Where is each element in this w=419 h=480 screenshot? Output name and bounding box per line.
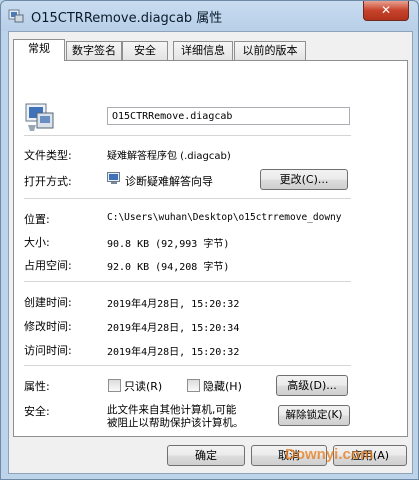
readonly-label[interactable]: 只读(R) [124,378,162,394]
tab-security[interactable]: 安全 [122,41,168,60]
size-on-disk-value: 92.0 KB (94,208 字节) [107,262,230,273]
diagcab-file-icon [8,9,24,23]
tab-general[interactable]: 常规 [13,39,65,61]
separator [24,365,351,366]
tab-previous-versions[interactable]: 以前的版本 [234,41,306,60]
dialog-client: 常规 数字签名 安全 详细信息 以前的版本 O15CTRRemove.diagc… [8,31,413,474]
hidden-label[interactable]: 隐藏(H) [203,378,242,394]
separator [24,281,351,282]
troubleshooter-icon [107,172,120,184]
file-type-value: 疑难解答程序包 (.diagcab) [107,151,231,162]
size-label: 大小: [24,236,50,249]
size-on-disk-label: 占用空间: [24,259,72,272]
created-label: 创建时间: [24,296,72,309]
size-value: 90.8 KB (92,993 字节) [107,239,230,250]
location-label: 位置: [24,213,50,226]
attributes-label: 属性: [24,380,50,393]
location-value: C:\Users\wuhan\Desktop\o15ctrremove_down… [107,212,342,223]
title-bar[interactable]: O15CTRRemove.diagcab 属性 ✕ [1,1,418,31]
modified-value: 2019年4月28日, 15:20:34 [107,323,240,334]
accessed-value: 2019年4月28日, 15:20:32 [107,347,240,358]
open-with-label: 打开方式: [24,175,72,188]
diagcab-large-icon [25,103,54,131]
security-label: 安全: [24,405,50,418]
watermark: Downyi.com [285,446,374,463]
separator [24,198,351,199]
accessed-label: 访问时间: [24,344,72,357]
close-button[interactable]: ✕ [363,1,409,21]
readonly-checkbox[interactable] [108,379,121,392]
window-title: O15CTRRemove.diagcab 属性 [31,11,223,26]
general-panel: O15CTRRemove.diagcab 文件类型: 疑难解答程序包 (.dia… [13,60,408,437]
hidden-checkbox[interactable] [187,379,200,392]
advanced-button[interactable]: 高级(D)... [276,375,348,396]
separator [24,135,351,136]
tab-digital-signature[interactable]: 数字签名 [66,41,122,60]
tab-details[interactable]: 详细信息 [173,41,233,60]
change-button[interactable]: 更改(C)... [260,169,348,190]
created-value: 2019年4月28日, 15:20:32 [107,299,240,310]
file-type-label: 文件类型: [24,149,72,162]
file-name-field[interactable]: O15CTRRemove.diagcab [107,107,350,125]
ok-button[interactable]: 确定 [167,445,245,466]
unblock-button[interactable]: 解除锁定(K) [278,405,350,426]
modified-label: 修改时间: [24,320,72,333]
open-with-value: 诊断疑难解答向导 [125,175,213,188]
security-warning-line2: 被阻止以帮助保护该计算机。 [107,417,244,429]
properties-window: O15CTRRemove.diagcab 属性 ✕ 常规 数字签名 安全 详细信… [0,0,419,480]
tab-strip: 常规 数字签名 安全 详细信息 以前的版本 [13,39,408,61]
